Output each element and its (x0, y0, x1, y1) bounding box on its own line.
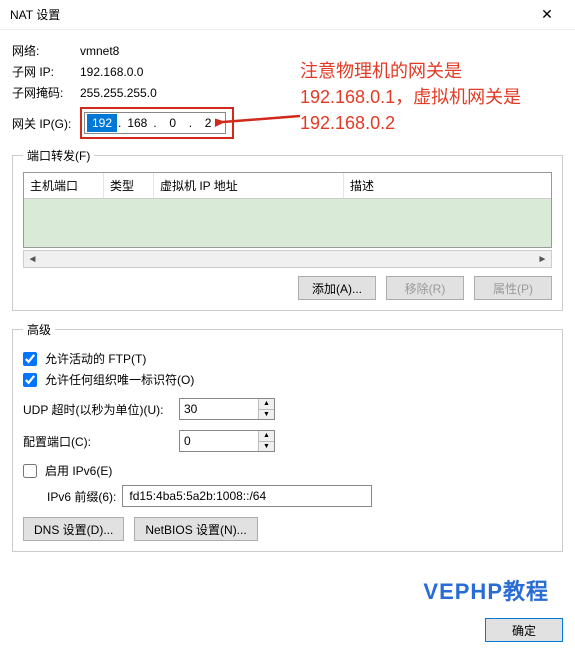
config-port-row: 配置端口(C): ▲ ▼ (23, 430, 552, 452)
gateway-oct2[interactable] (122, 114, 152, 132)
scroll-right-icon[interactable]: ► (534, 251, 551, 267)
enable-ipv6-label: 启用 IPv6(E) (45, 462, 112, 479)
gateway-oct3[interactable] (158, 114, 188, 132)
advanced-group: 高级 允许活动的 FTP(T) 允许任何组织唯一标识符(O) UDP 超时(以秒… (12, 321, 563, 552)
add-button[interactable]: 添加(A)... (298, 276, 376, 300)
network-value: vmnet8 (80, 44, 119, 58)
udp-timeout-row: UDP 超时(以秒为单位)(U): ▲ ▼ (23, 398, 552, 420)
gateway-row: 网关 IP(G): . . . (12, 107, 563, 139)
port-forward-group: 端口转发(F) 主机端口 类型 虚拟机 IP 地址 描述 ◄ ► 添加(A)..… (12, 147, 563, 311)
scroll-left-icon[interactable]: ◄ (24, 251, 41, 267)
col-type[interactable]: 类型 (104, 173, 154, 198)
ipv6-prefix-row: IPv6 前缀(6): (47, 485, 552, 507)
spin-up-icon[interactable]: ▲ (259, 399, 274, 410)
allow-ftp-checkbox[interactable] (23, 352, 37, 366)
dialog-content: 网络: vmnet8 子网 IP: 192.168.0.0 子网掩码: 255.… (0, 30, 575, 552)
title-bar: NAT 设置 ✕ (0, 0, 575, 30)
netbios-settings-button[interactable]: NetBIOS 设置(N)... (134, 517, 257, 541)
udp-timeout-label: UDP 超时(以秒为单位)(U): (23, 401, 173, 418)
subnet-ip-label: 子网 IP: (12, 63, 80, 80)
col-host-port[interactable]: 主机端口 (24, 173, 104, 198)
allow-ftp-label: 允许活动的 FTP(T) (45, 350, 146, 367)
footer-buttons: 确定 (485, 618, 563, 642)
spin-down-icon[interactable]: ▼ (259, 410, 274, 420)
col-desc[interactable]: 描述 (344, 173, 551, 198)
enable-ipv6-checkbox[interactable] (23, 464, 37, 478)
allow-oui-row[interactable]: 允许任何组织唯一标识符(O) (23, 371, 552, 388)
advanced-legend: 高级 (23, 321, 55, 338)
col-vm-ip[interactable]: 虚拟机 IP 地址 (154, 173, 344, 198)
gateway-label: 网关 IP(G): (12, 115, 80, 132)
config-port-label: 配置端口(C): (23, 433, 173, 450)
udp-timeout-spinner[interactable]: ▲ ▼ (179, 398, 275, 420)
advanced-buttons: DNS 设置(D)... NetBIOS 设置(N)... (23, 517, 552, 541)
allow-oui-checkbox[interactable] (23, 373, 37, 387)
spin-down-icon[interactable]: ▼ (259, 442, 274, 452)
port-forward-buttons: 添加(A)... 移除(R) 属性(P) (23, 276, 552, 300)
properties-button: 属性(P) (474, 276, 552, 300)
subnet-ip-value: 192.168.0.0 (80, 65, 143, 79)
allow-ftp-row[interactable]: 允许活动的 FTP(T) (23, 350, 552, 367)
remove-button: 移除(R) (386, 276, 464, 300)
gateway-oct4[interactable] (193, 114, 223, 132)
subnet-mask-value: 255.255.255.0 (80, 86, 157, 100)
config-port-input[interactable] (180, 431, 258, 451)
ipv6-prefix-input[interactable] (122, 485, 372, 507)
dns-settings-button[interactable]: DNS 设置(D)... (23, 517, 124, 541)
network-row: 网络: vmnet8 (12, 42, 563, 59)
port-forward-table[interactable]: 主机端口 类型 虚拟机 IP 地址 描述 (23, 172, 552, 248)
spin-up-icon[interactable]: ▲ (259, 431, 274, 442)
watermark: VEPHP教程 (415, 570, 557, 610)
subnet-mask-row: 子网掩码: 255.255.255.0 (12, 84, 563, 101)
gateway-oct1[interactable] (87, 114, 117, 132)
port-forward-legend: 端口转发(F) (23, 147, 94, 164)
ok-button[interactable]: 确定 (485, 618, 563, 642)
table-body[interactable] (24, 199, 551, 247)
spin-buttons: ▲ ▼ (258, 431, 274, 451)
table-header: 主机端口 类型 虚拟机 IP 地址 描述 (24, 173, 551, 199)
spin-buttons: ▲ ▼ (258, 399, 274, 419)
gateway-highlight: . . . (80, 107, 234, 139)
close-button[interactable]: ✕ (527, 1, 567, 29)
gateway-ip-input[interactable]: . . . (84, 112, 226, 134)
udp-timeout-input[interactable] (180, 399, 258, 419)
network-label: 网络: (12, 42, 80, 59)
enable-ipv6-row[interactable]: 启用 IPv6(E) (23, 462, 552, 479)
subnet-mask-label: 子网掩码: (12, 84, 80, 101)
close-icon: ✕ (541, 6, 553, 23)
window-title: NAT 设置 (10, 6, 60, 23)
subnet-ip-row: 子网 IP: 192.168.0.0 (12, 63, 563, 80)
ipv6-prefix-label: IPv6 前缀(6): (47, 488, 116, 505)
allow-oui-label: 允许任何组织唯一标识符(O) (45, 371, 194, 388)
config-port-spinner[interactable]: ▲ ▼ (179, 430, 275, 452)
h-scrollbar[interactable]: ◄ ► (23, 250, 552, 268)
